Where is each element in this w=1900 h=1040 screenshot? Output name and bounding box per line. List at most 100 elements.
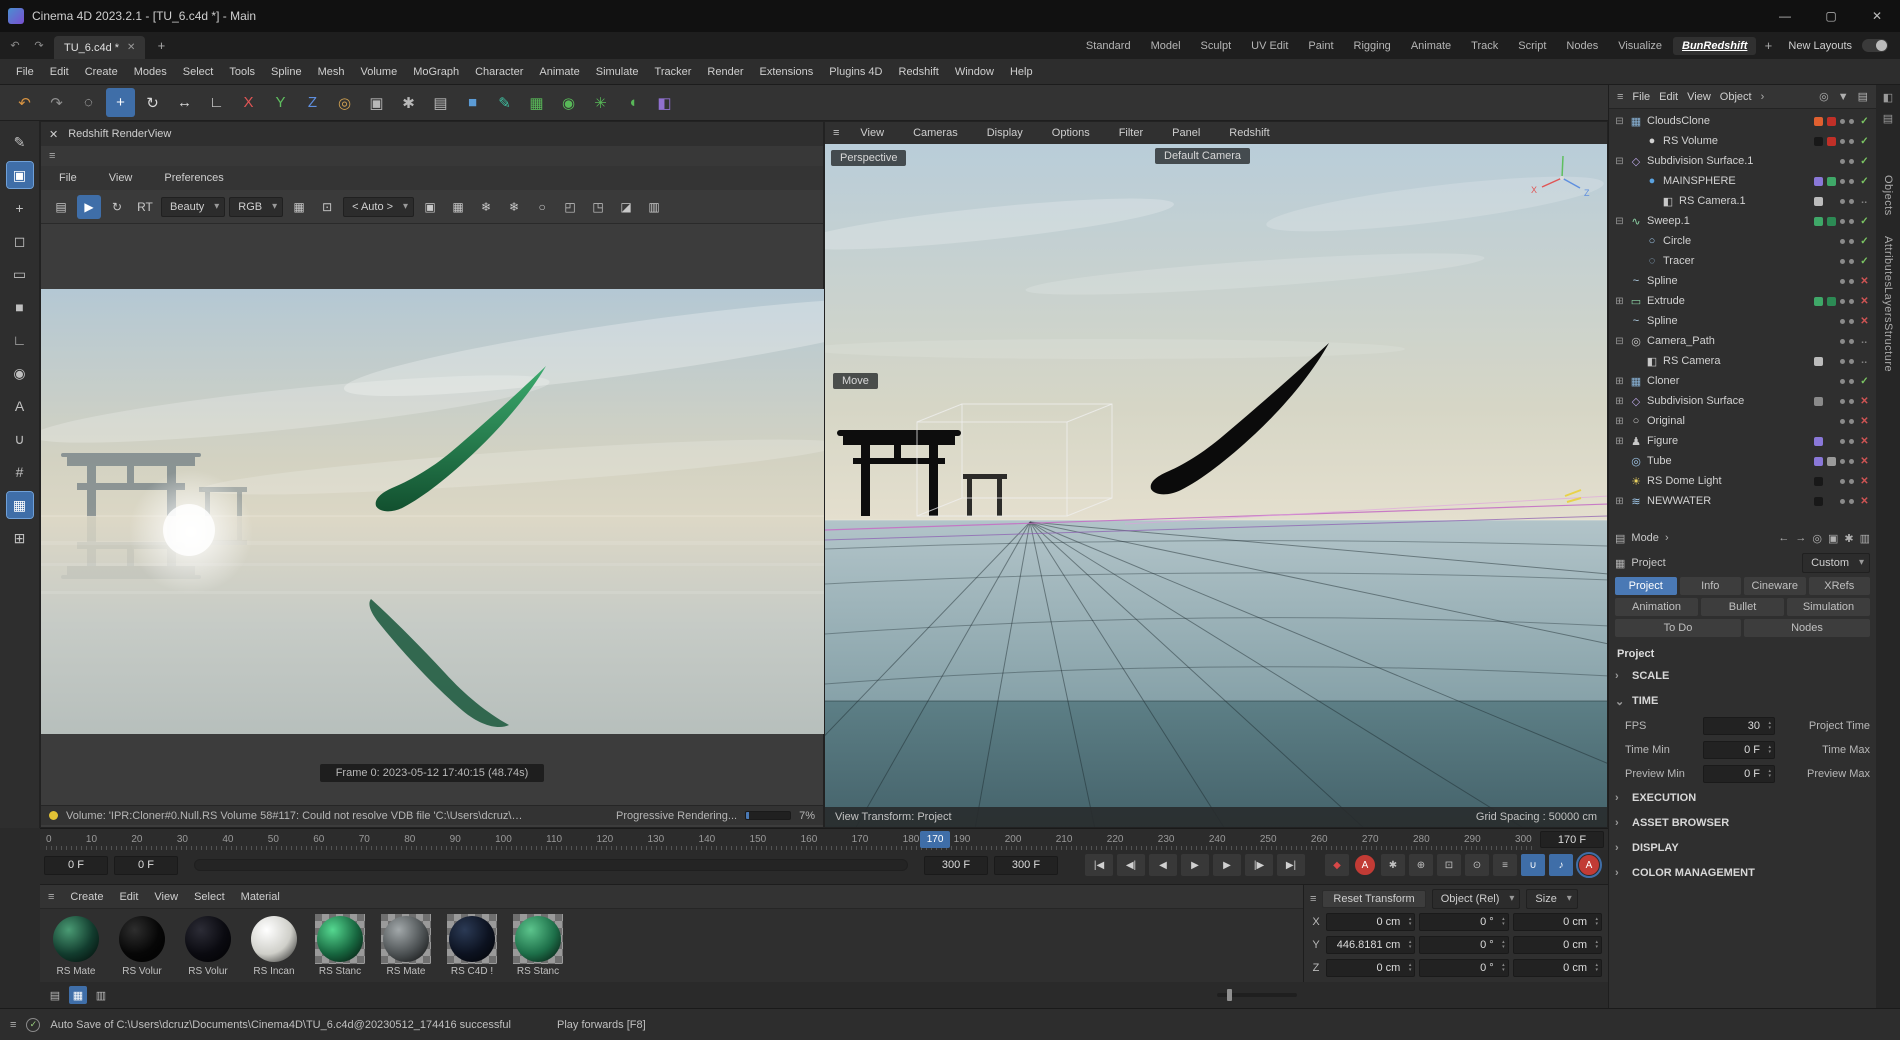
primitive-cube-button[interactable]: ■ xyxy=(458,88,487,117)
cube-icon[interactable]: ■ xyxy=(7,294,33,320)
ipr-play-button[interactable]: ▶ xyxy=(77,194,101,219)
gear-icon[interactable]: ✱ xyxy=(1844,532,1853,545)
editor-visibility-dot[interactable] xyxy=(1840,398,1845,404)
thumbnail-size-slider[interactable] xyxy=(1217,989,1297,1001)
render-settings-button[interactable]: ✱ xyxy=(394,88,423,117)
close-panel-icon[interactable]: ✕ xyxy=(49,128,58,141)
forward-icon[interactable]: → xyxy=(1795,532,1806,544)
menu-item[interactable]: Animate xyxy=(531,61,587,83)
coordinate-system-icon[interactable]: ◎ xyxy=(330,88,359,117)
menu-item[interactable]: Redshift xyxy=(891,61,947,83)
render-visibility-dot[interactable] xyxy=(1849,318,1854,324)
object-row[interactable]: ⊞ ≋ NEWWATER xyxy=(1609,491,1876,511)
renderview-menu-item[interactable]: Preferences xyxy=(156,167,231,189)
attribute-tab[interactable]: Simulation xyxy=(1787,598,1870,616)
rotate-tool-icon[interactable]: ↻ xyxy=(138,88,167,117)
material-menu-item[interactable]: Edit xyxy=(119,889,138,905)
x-axis-button[interactable]: X xyxy=(234,88,263,117)
dock-tab[interactable]: Attributes xyxy=(1882,236,1894,287)
scale-field[interactable]: 0 cm xyxy=(1512,959,1602,978)
layout-icon[interactable]: ◧ xyxy=(1883,91,1893,104)
menu-item[interactable]: Help xyxy=(1002,61,1041,83)
render-visibility-dot[interactable] xyxy=(1849,478,1854,484)
editor-visibility-dot[interactable] xyxy=(1840,298,1845,304)
object-row[interactable]: ◎ Tube xyxy=(1609,451,1876,471)
range-end-field[interactable]: 300 F xyxy=(924,855,988,875)
viewport-menu-item[interactable]: Panel xyxy=(1164,122,1208,144)
viewport-canvas[interactable]: X Z xyxy=(825,144,1607,827)
menu-item[interactable]: Simulate xyxy=(588,61,647,83)
beauty-dropdown[interactable]: Beauty xyxy=(161,196,226,217)
render-view-button[interactable]: ▣ xyxy=(362,88,391,117)
view-label[interactable]: Perspective xyxy=(831,150,907,166)
simulation-button[interactable]: ✳ xyxy=(586,88,615,117)
grid-icon[interactable]: ▦ xyxy=(446,195,470,219)
render-visibility-dot[interactable] xyxy=(1849,298,1854,304)
layout-tab[interactable]: Animate xyxy=(1402,37,1460,55)
attribute-tab[interactable]: Animation xyxy=(1615,598,1698,616)
pen-tool-icon[interactable]: ✎ xyxy=(7,129,33,155)
maximize-button[interactable]: ▢ xyxy=(1808,0,1854,32)
enable-toggle[interactable] xyxy=(1858,296,1871,307)
render-visibility-dot[interactable] xyxy=(1849,178,1854,184)
search-icon[interactable]: ◎ xyxy=(1819,90,1829,103)
numeric-field[interactable]: 0 F xyxy=(1703,740,1775,759)
hamburger-icon[interactable]: ≡ xyxy=(1310,893,1316,905)
enable-toggle[interactable] xyxy=(1858,256,1871,267)
menu-item[interactable]: Tools xyxy=(221,61,263,83)
render-visibility-dot[interactable] xyxy=(1849,498,1854,504)
tag-chip[interactable] xyxy=(1814,496,1823,506)
size-dropdown[interactable]: Size xyxy=(1526,888,1578,909)
tag-chip[interactable] xyxy=(1814,277,1823,286)
editor-visibility-dot[interactable] xyxy=(1840,198,1845,204)
material-menu-item[interactable]: Create xyxy=(70,889,103,905)
editor-visibility-dot[interactable] xyxy=(1840,438,1845,444)
zoom-fit-icon[interactable]: ◳ xyxy=(586,195,610,219)
render-visibility-dot[interactable] xyxy=(1849,138,1854,144)
list-icon[interactable]: ▤ xyxy=(1883,112,1893,125)
material-menu-item[interactable]: View xyxy=(154,889,178,905)
snapshot-a-icon[interactable]: ❄ xyxy=(474,195,498,219)
detail-view-icon[interactable]: ▥ xyxy=(92,986,110,1004)
model-mode-icon[interactable]: ▣ xyxy=(5,161,34,189)
layout-tab[interactable]: Visualize xyxy=(1609,37,1671,55)
expander-icon[interactable]: ⊟ xyxy=(1614,116,1625,127)
rect-select-icon[interactable]: ▭ xyxy=(7,261,33,287)
menu-item[interactable]: Window xyxy=(947,61,1002,83)
slider-thumb[interactable] xyxy=(1227,989,1232,1001)
enable-toggle[interactable] xyxy=(1858,316,1871,327)
editor-visibility-dot[interactable] xyxy=(1840,458,1845,464)
tag-chip[interactable] xyxy=(1814,396,1823,406)
menu-item[interactable]: Extensions xyxy=(751,61,821,83)
lock-icon[interactable]: ▣ xyxy=(418,195,442,219)
hamburger-icon[interactable]: ≡ xyxy=(48,891,54,903)
material-item[interactable]: RS Volur xyxy=(180,914,236,977)
menu-item[interactable]: Modes xyxy=(126,61,175,83)
material-item[interactable]: RS Mate xyxy=(48,914,104,977)
object-row[interactable]: ⊞ ♟ Figure xyxy=(1609,431,1876,451)
attribute-tab[interactable]: To Do xyxy=(1615,619,1741,637)
menu-item[interactable]: MoGraph xyxy=(405,61,467,83)
object-row[interactable]: ⊟ ◇ Subdivision Surface.1 xyxy=(1609,151,1876,171)
scale-tool-icon[interactable]: ↔ xyxy=(170,88,199,117)
render-visibility-dot[interactable] xyxy=(1849,118,1854,124)
editor-visibility-dot[interactable] xyxy=(1840,118,1845,124)
object-row[interactable]: ⊟ ◎ Camera_Path xyxy=(1609,331,1876,351)
tag-chip[interactable] xyxy=(1827,317,1836,326)
autokey-button[interactable]: A xyxy=(1354,854,1376,876)
position-field[interactable]: 0 cm xyxy=(1326,912,1416,931)
editor-visibility-dot[interactable] xyxy=(1840,178,1845,184)
dock-tab[interactable]: Objects xyxy=(1882,175,1894,216)
solo-button[interactable]: A xyxy=(1576,852,1602,878)
render-visibility-dot[interactable] xyxy=(1849,458,1854,464)
render-visibility-dot[interactable] xyxy=(1849,158,1854,164)
object-row[interactable]: ☀ RS Dome Light xyxy=(1609,471,1876,491)
viewport-menu-item[interactable]: Filter xyxy=(1111,122,1151,144)
tag-chip[interactable] xyxy=(1814,216,1823,226)
layout-tab[interactable]: Script xyxy=(1509,37,1555,55)
tag-chip[interactable] xyxy=(1814,356,1823,366)
layout-tab[interactable]: BunRedshift xyxy=(1673,36,1757,55)
menu-item[interactable]: Spline xyxy=(263,61,310,83)
enable-toggle[interactable] xyxy=(1858,196,1871,207)
viewport-menu-item[interactable]: Display xyxy=(979,122,1031,144)
